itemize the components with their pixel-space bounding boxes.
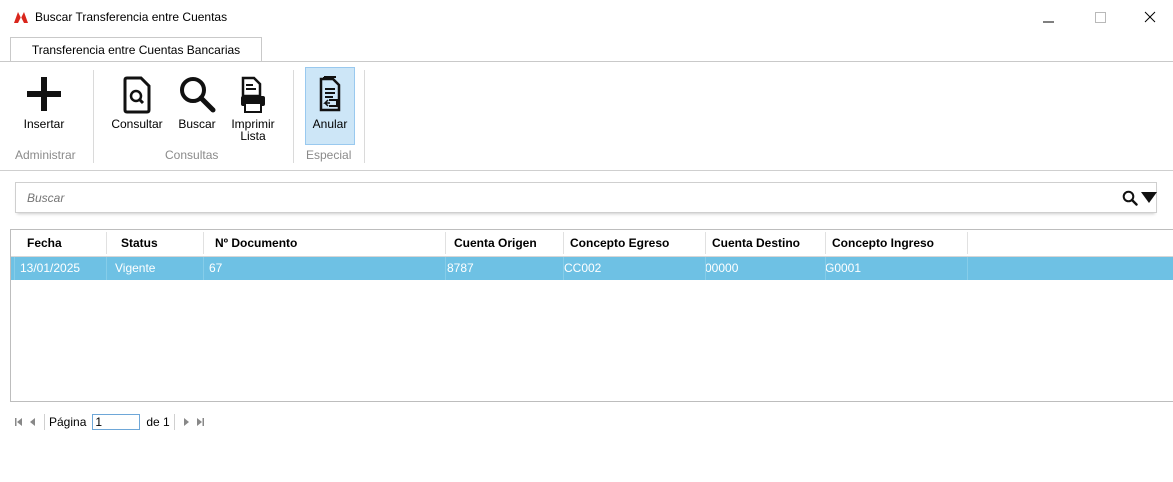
cell-concepto-egreso: CC002	[564, 261, 602, 275]
anular-button[interactable]: Anular	[305, 66, 355, 130]
ribbon-tab-transferencias[interactable]: Transferencia entre Cuentas Bancarias	[10, 37, 262, 62]
previous-page-icon[interactable]	[26, 414, 40, 430]
pager-divider	[173, 414, 175, 430]
column-header-status[interactable]: Status	[115, 230, 205, 256]
search-box	[15, 182, 1157, 213]
plus-icon	[27, 77, 61, 111]
imprimir-lista-button[interactable]: Imprimir Lista	[223, 66, 283, 142]
document-cancel-icon	[319, 76, 341, 112]
group-divider	[293, 70, 294, 163]
group-label-especial: Especial	[306, 148, 352, 162]
minimize-button[interactable]	[1026, 0, 1072, 34]
cell-cuenta-origen: 8787	[447, 261, 474, 275]
minimize-icon	[1043, 21, 1054, 23]
page-count: de 1	[146, 415, 170, 429]
imprimir-label-line2: Lista	[240, 129, 266, 143]
maximize-button[interactable]	[1077, 0, 1123, 34]
column-header-cuenta-origen[interactable]: Cuenta Origen	[448, 230, 564, 256]
search-input[interactable]	[25, 190, 1029, 206]
insertar-button[interactable]: Insertar	[14, 66, 74, 130]
document-search-icon	[123, 76, 151, 114]
close-icon	[1144, 11, 1156, 23]
magnifier-icon	[180, 77, 216, 113]
print-document-icon	[241, 76, 265, 113]
column-header-documento[interactable]: Nº Documento	[209, 230, 445, 256]
close-button[interactable]	[1127, 0, 1173, 34]
group-divider	[364, 70, 365, 163]
group-label-administrar: Administrar	[15, 148, 76, 162]
ribbon-tab-label: Transferencia entre Cuentas Bancarias	[31, 43, 241, 57]
window-title: Buscar Transferencia entre Cuentas	[35, 10, 228, 24]
cell-fecha: 13/01/2025	[20, 261, 81, 275]
last-page-icon[interactable]	[193, 414, 207, 430]
title-bar: Buscar Transferencia entre Cuentas	[0, 0, 1173, 34]
cell-concepto-ingreso: G0001	[825, 261, 862, 275]
group-label-consultas: Consultas	[165, 148, 219, 162]
group-divider	[93, 70, 94, 163]
buscar-button[interactable]: Buscar	[173, 66, 221, 130]
column-header-concepto-egreso[interactable]: Concepto Egreso	[564, 230, 705, 256]
cell-documento: 67	[209, 261, 223, 275]
page-label: Página	[49, 415, 87, 429]
pager: Página de 1	[12, 412, 207, 432]
pager-divider	[44, 414, 45, 430]
cell-status: Vigente	[115, 261, 156, 275]
column-header-fecha[interactable]: Fecha	[21, 230, 111, 256]
app-logo-icon	[14, 12, 28, 23]
buscar-label: Buscar	[178, 117, 216, 131]
consultar-label: Consultar	[111, 117, 163, 131]
cell-cuenta-destino: 00000	[705, 261, 739, 275]
search-icon[interactable]	[1122, 190, 1138, 206]
anular-label: Anular	[312, 117, 348, 131]
first-page-icon[interactable]	[12, 414, 26, 430]
column-header-cuenta-destino[interactable]: Cuenta Destino	[706, 230, 826, 256]
insertar-label: Insertar	[23, 117, 65, 131]
consultar-button[interactable]: Consultar	[105, 66, 169, 130]
maximize-icon	[1094, 11, 1106, 23]
results-grid: Fecha Status Nº Documento Cuenta Origen …	[10, 229, 1173, 402]
dropdown-arrow-icon[interactable]	[1141, 192, 1157, 203]
grid-header: Fecha Status Nº Documento Cuenta Origen …	[11, 230, 1173, 257]
next-page-icon[interactable]	[179, 414, 193, 430]
column-header-concepto-ingreso[interactable]: Concepto Ingreso	[826, 230, 968, 256]
table-row[interactable]: 13/01/2025 Vigente 67 8787 CC002 00000 G…	[11, 257, 1173, 280]
page-number-input[interactable]	[92, 414, 141, 430]
